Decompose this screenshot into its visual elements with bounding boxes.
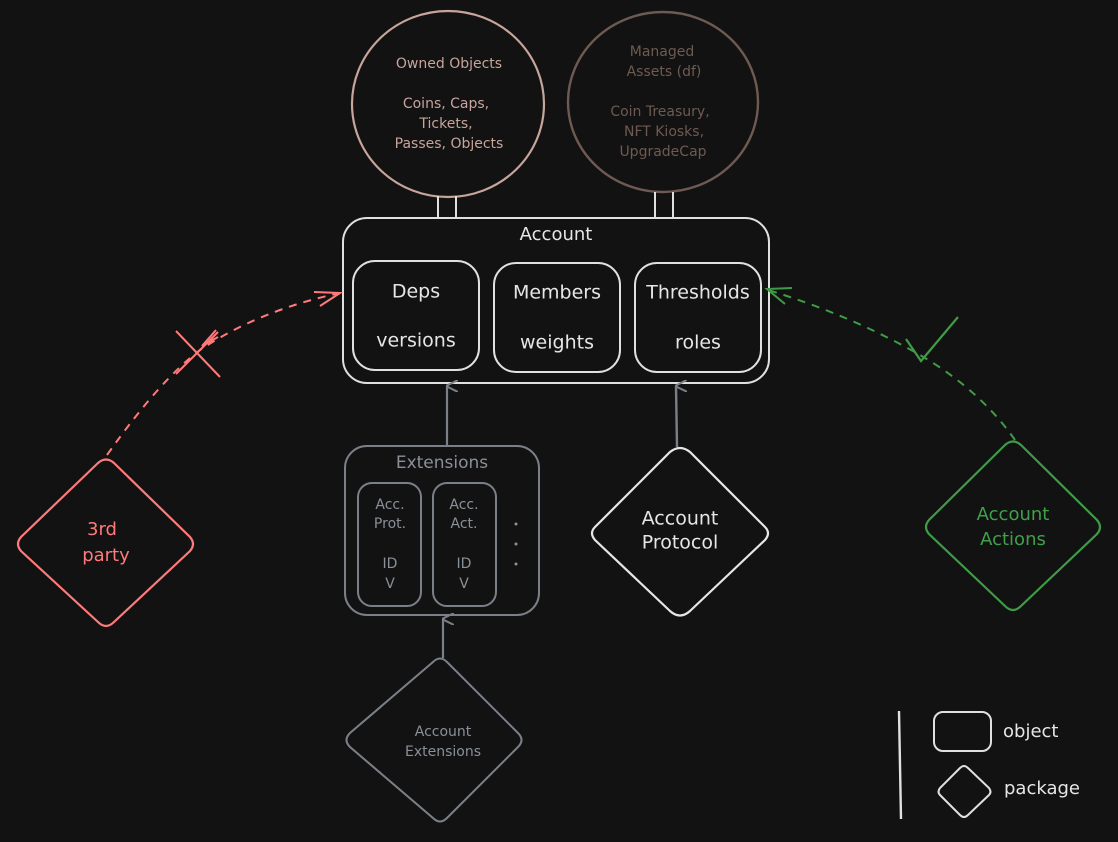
field-sub: weights <box>520 332 594 354</box>
extensions-title: Extensions <box>396 453 488 473</box>
extension-entry[interactable]: Acc. Act. ID V <box>432 482 497 607</box>
managed-assets-line: UpgradeCap <box>619 144 706 160</box>
extension-label: Acc. <box>449 497 478 513</box>
managed-assets-connector <box>654 192 674 218</box>
field-name: Members <box>513 282 601 304</box>
extensions-object[interactable]: Extensions Acc. Prot. ID V Acc. Act. ID … <box>344 445 540 616</box>
account-field-thresholds[interactable]: Thresholds roles <box>634 262 762 373</box>
extension-id: ID <box>383 556 398 572</box>
legend: object package <box>897 710 1080 820</box>
account-field-deps[interactable]: Deps versions <box>352 260 480 371</box>
managed-assets-title: Assets (df) <box>627 64 702 80</box>
owned-objects-line: Tickets, <box>418 116 472 132</box>
extension-version: V <box>385 576 395 592</box>
field-name: Deps <box>392 281 440 303</box>
account-extensions-package[interactable]: Account Extensions <box>345 657 523 823</box>
field-sub: roles <box>675 332 721 354</box>
extension-entry[interactable]: Acc. Prot. ID V <box>357 482 422 607</box>
package-label: Extensions <box>405 744 481 760</box>
owned-objects-connector <box>437 196 457 218</box>
owned-objects-title: Owned Objects <box>396 56 502 72</box>
managed-assets-line: Coin Treasury, <box>610 104 709 120</box>
account-actions-access-edge <box>764 287 1016 441</box>
account-object[interactable]: Account Deps versions Members weights Th… <box>342 217 770 384</box>
architecture-diagram: Owned Objects Coins, Caps, Tickets, Pass… <box>16 9 1102 823</box>
package-label: Actions <box>980 529 1046 550</box>
legend-package-label: package <box>1004 778 1080 799</box>
third-party-access-edge <box>106 291 344 456</box>
package-label: party <box>82 545 130 566</box>
package-label: Account <box>642 508 719 530</box>
package-label: 3rd <box>87 519 117 540</box>
third-party-package[interactable]: 3rd party <box>16 458 195 628</box>
legend-divider <box>897 710 903 820</box>
managed-assets-title: Managed <box>630 44 695 60</box>
protocol-to-account-arrow <box>674 386 677 448</box>
legend-object-label: object <box>1003 721 1058 742</box>
extension-label: Acc. <box>375 497 404 513</box>
extensions-more-ellipsis <box>514 522 518 566</box>
owned-objects-line: Passes, Objects <box>395 136 504 152</box>
package-label: Account <box>415 724 472 740</box>
account-actions-package[interactable]: Account Actions <box>924 440 1102 612</box>
account-field-members[interactable]: Members weights <box>493 262 621 373</box>
allowed-check-icon <box>905 316 959 363</box>
legend-object-swatch <box>933 711 992 752</box>
owned-objects-node[interactable]: Owned Objects Coins, Caps, Tickets, Pass… <box>350 9 546 199</box>
managed-assets-line: NFT Kiosks, <box>624 124 704 140</box>
extension-version: V <box>459 576 469 592</box>
field-sub: versions <box>376 330 456 352</box>
owned-objects-line: Coins, Caps, <box>403 96 489 112</box>
legend-package-swatch <box>937 765 992 818</box>
extension-label: Act. <box>451 516 478 532</box>
account-protocol-package[interactable]: Account Protocol <box>590 446 770 617</box>
managed-assets-node[interactable]: Managed Assets (df) Coin Treasury, NFT K… <box>566 10 760 194</box>
field-name: Thresholds <box>645 282 750 304</box>
account-title: Account <box>520 224 593 245</box>
package-label: Account <box>977 504 1050 525</box>
denied-x-icon <box>175 330 221 378</box>
package-label: Protocol <box>642 532 719 554</box>
extension-id: ID <box>457 556 472 572</box>
extension-label: Prot. <box>374 516 406 532</box>
